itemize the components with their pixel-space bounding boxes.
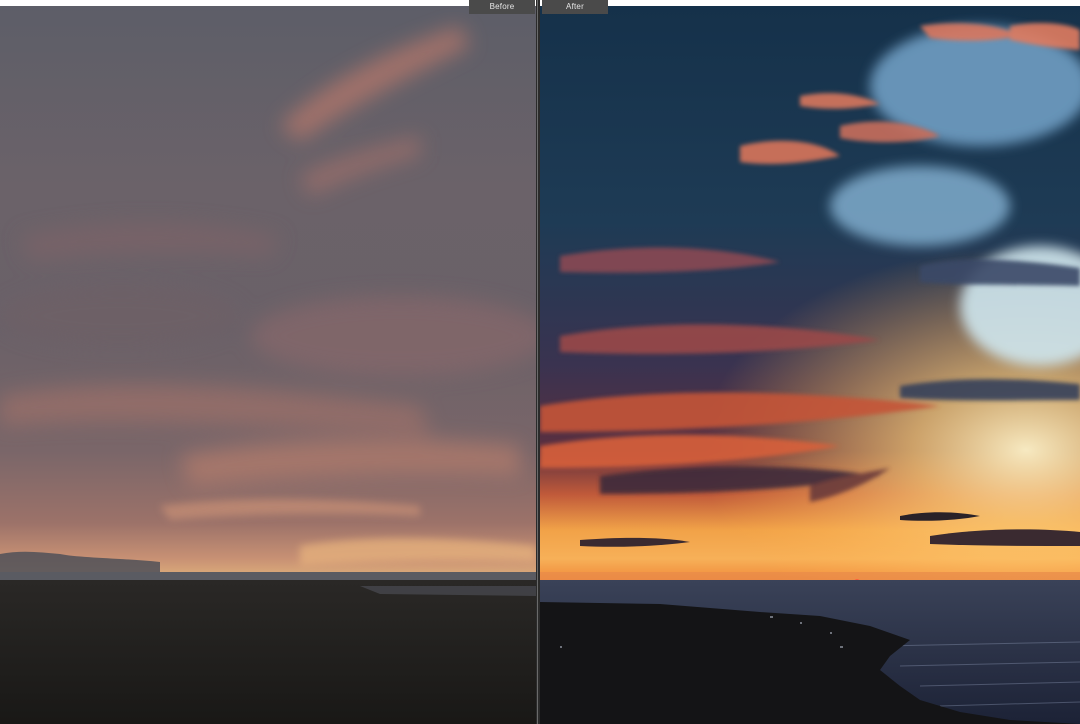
after-photo (540, 6, 1080, 724)
after-label: After (542, 0, 608, 14)
before-image-panel (0, 6, 536, 724)
after-image-panel (540, 6, 1080, 724)
before-photo (0, 6, 536, 724)
comparison-divider[interactable] (536, 0, 540, 724)
before-label: Before (469, 0, 535, 14)
